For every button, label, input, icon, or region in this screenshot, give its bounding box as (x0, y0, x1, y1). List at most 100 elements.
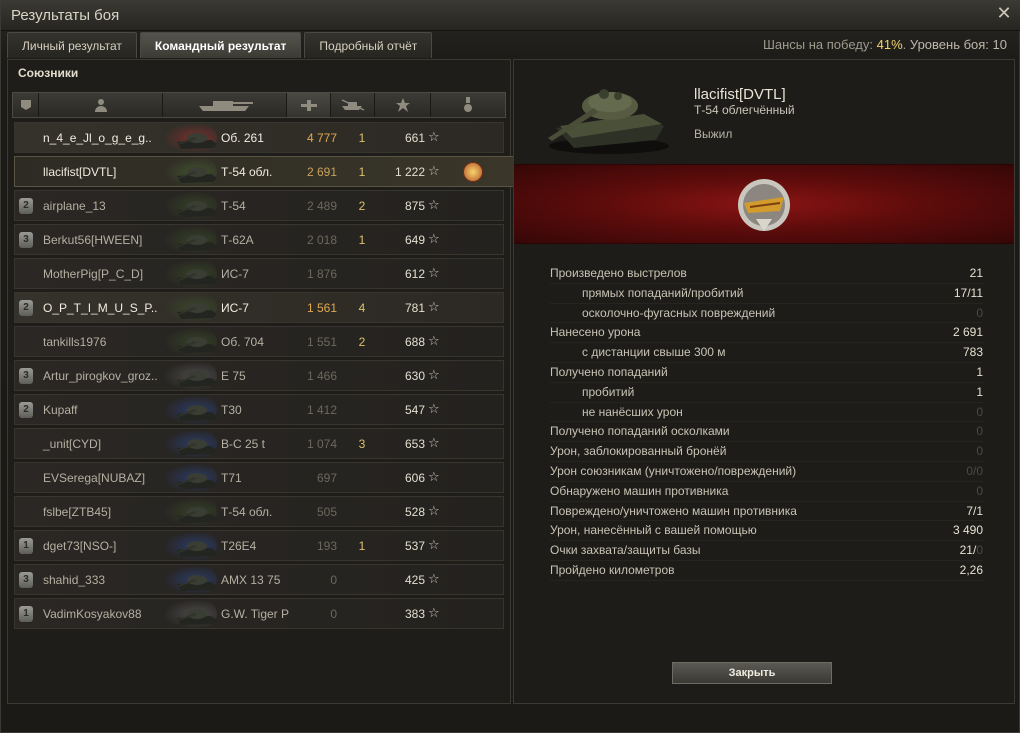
stat-row: не нанёсших урон 0 (550, 403, 983, 423)
player-name: llacifist[DVTL] (43, 165, 117, 179)
tank-icon (177, 337, 217, 353)
stat-label: Произведено выстрелов (550, 266, 687, 280)
sort-frags-icon[interactable] (331, 93, 375, 117)
player-name: _unit[CYD] (43, 437, 102, 451)
vehicle-name: Т-54 (221, 199, 246, 213)
vehicle-name: Т-54 обл. (221, 165, 273, 179)
stat-row: Урон союзникам (уничтожено/повреждений) 0… (550, 462, 983, 482)
ally-row[interactable]: 1 dget73[NSO-] T26E4 193 1 537 ☆ (14, 530, 504, 561)
ally-row[interactable]: tankills1976 Об. 704 1 551 2 688 ☆ (14, 326, 504, 357)
stat-row: Повреждено/уничтожено машин противника 7/… (550, 502, 983, 522)
close-icon[interactable]: ✕ (995, 5, 1013, 23)
ally-row[interactable]: n_4_e_Jl_o_g_e_g.. Об. 261 4 777 1 661 ☆ (14, 122, 504, 153)
vehicle-name: AMX 13 75 (221, 573, 281, 587)
stat-value-main: 783 (962, 345, 983, 360)
platoon-badge: 3 (19, 232, 33, 248)
stat-label: Урон, заблокированный бронёй (550, 444, 727, 459)
frags-value: 1 (358, 165, 366, 179)
stat-value-main: 17/11 (953, 285, 983, 300)
stat-row: с дистанции свыше 300 м 783 (550, 343, 983, 363)
stat-value: 0 (976, 304, 983, 324)
battle-level-value: 10 (992, 37, 1007, 52)
tank-icon (177, 201, 217, 217)
stat-row: прямых попаданий/пробитий 17/11 (550, 284, 983, 304)
xp-value: 875 (404, 199, 425, 213)
stat-label: с дистанции свыше 300 м (582, 345, 726, 360)
vehicle-name: Об. 704 (221, 335, 264, 349)
ally-row[interactable]: _unit[CYD] B-C 25 t 1 074 3 653 ☆ (14, 428, 504, 459)
platoon-badge: 1 (19, 606, 33, 622)
stat-row: пробитий 1 (550, 383, 983, 403)
sort-xp-icon[interactable] (375, 93, 431, 117)
battle-level-label: Уровень боя: (909, 37, 989, 52)
star-icon: ☆ (428, 299, 440, 314)
ally-row[interactable]: fslbe[ZTB45] Т-54 обл. 505 528 ☆ (14, 496, 504, 527)
player-name: Kupaff (43, 403, 78, 417)
damage-value: 1 551 (306, 335, 337, 349)
stat-label: Нанесено урона (550, 325, 641, 340)
allies-title: Союзники (18, 66, 79, 80)
stat-row: Очки захвата/защиты базы 21/0 (550, 541, 983, 561)
vehicle-name: T71 (221, 471, 242, 485)
ally-row[interactable]: 2 Kupaff T30 1 412 547 ☆ (14, 394, 504, 425)
frags-value: 1 (358, 539, 366, 553)
battle-results-window: Результаты боя ✕ Личный результат Команд… (0, 0, 1020, 733)
tab-detailed[interactable]: Подробный отчёт (304, 32, 433, 58)
stat-value-main: 2,26 (959, 562, 983, 577)
sort-medals-icon[interactable] (431, 93, 505, 117)
player-name: fslbe[ZTB45] (43, 505, 112, 519)
stat-label: Получено попаданий осколками (550, 424, 730, 439)
ally-row[interactable]: 2 airplane_13 Т-54 2 489 2 875 ☆ (14, 190, 504, 221)
stat-value: 3 490 (953, 521, 983, 541)
xp-value: 425 (404, 573, 425, 587)
player-name: EVSerega[NUBAZ] (43, 471, 146, 485)
ally-row[interactable]: EVSerega[NUBAZ] T71 697 606 ☆ (14, 462, 504, 493)
player-name: dget73[NSO-] (43, 539, 117, 553)
ally-row[interactable]: 3 Artur_pirogkov_groz.. E 75 1 466 630 ☆ (14, 360, 504, 391)
tank-icon (177, 473, 217, 489)
tank-icon (177, 133, 217, 149)
achievement-banner (514, 164, 1014, 244)
tank-icon (177, 303, 217, 319)
ally-row[interactable]: 2 O_P_T_I_M_U_S_P.. ИС-7 1 561 4 781 ☆ (14, 292, 504, 323)
xp-value: 528 (404, 505, 425, 519)
stat-value: 0 (976, 422, 983, 442)
damage-value: 505 (316, 505, 337, 519)
frags-value: 2 (358, 199, 366, 213)
ally-row[interactable]: 3 Berkut56[HWEEN] Т-62А 2 018 1 649 ☆ (14, 224, 504, 255)
stat-value: 0 (976, 482, 983, 502)
sort-platoon-icon[interactable] (13, 93, 39, 117)
sort-player-icon[interactable] (39, 93, 163, 117)
stat-value: 7/1 (966, 502, 983, 522)
sort-damage-icon[interactable] (287, 93, 331, 117)
platoon-badge: 3 (19, 572, 33, 588)
ally-row[interactable]: 3 shahid_333 AMX 13 75 0 425 ☆ (14, 564, 504, 595)
stat-value: 783 (963, 343, 983, 363)
sort-vehicle-icon[interactable] (163, 93, 287, 117)
stat-value-main: 0 (976, 305, 983, 320)
ally-row[interactable]: 1 VadimKosyakov88 G.W. Tiger P 0 383 ☆ (14, 598, 504, 629)
tank-icon (177, 439, 217, 455)
stat-value: 21 (970, 264, 983, 284)
vehicle-name: ИС-7 (221, 267, 249, 281)
ally-row[interactable]: llacifist[DVTL] Т-54 обл. 2 691 1 1 222 ☆ (14, 156, 514, 187)
stat-label: осколочно-фугасных повреждений (582, 305, 776, 320)
stat-value-main: 0 (976, 404, 983, 419)
stat-row: Обнаружено машин противника 0 (550, 482, 983, 502)
star-icon: ☆ (428, 605, 440, 620)
tab-personal[interactable]: Личный результат (7, 32, 137, 58)
tank-icon (177, 575, 217, 591)
stat-value-main: 21/ (959, 543, 977, 558)
xp-value: 781 (404, 301, 425, 315)
xp-value: 1 222 (394, 165, 425, 179)
tab-team[interactable]: Командный результат (139, 32, 302, 58)
frags-value: 1 (358, 131, 366, 145)
stat-label: Обнаружено машин противника (550, 483, 729, 498)
damage-value: 1 412 (306, 403, 337, 417)
player-name: Artur_pirogkov_groz.. (43, 369, 158, 383)
close-button[interactable]: Закрыть (672, 662, 832, 684)
allies-panel: Союзники n_4_e_Jl_o_g_e_g.. Об. 261 4 77… (7, 59, 514, 704)
ally-row[interactable]: MotherPig[P_C_D] ИС-7 1 876 612 ☆ (14, 258, 504, 289)
xp-value: 649 (404, 233, 425, 247)
vehicle-name: Т-54 обл. (221, 505, 273, 519)
